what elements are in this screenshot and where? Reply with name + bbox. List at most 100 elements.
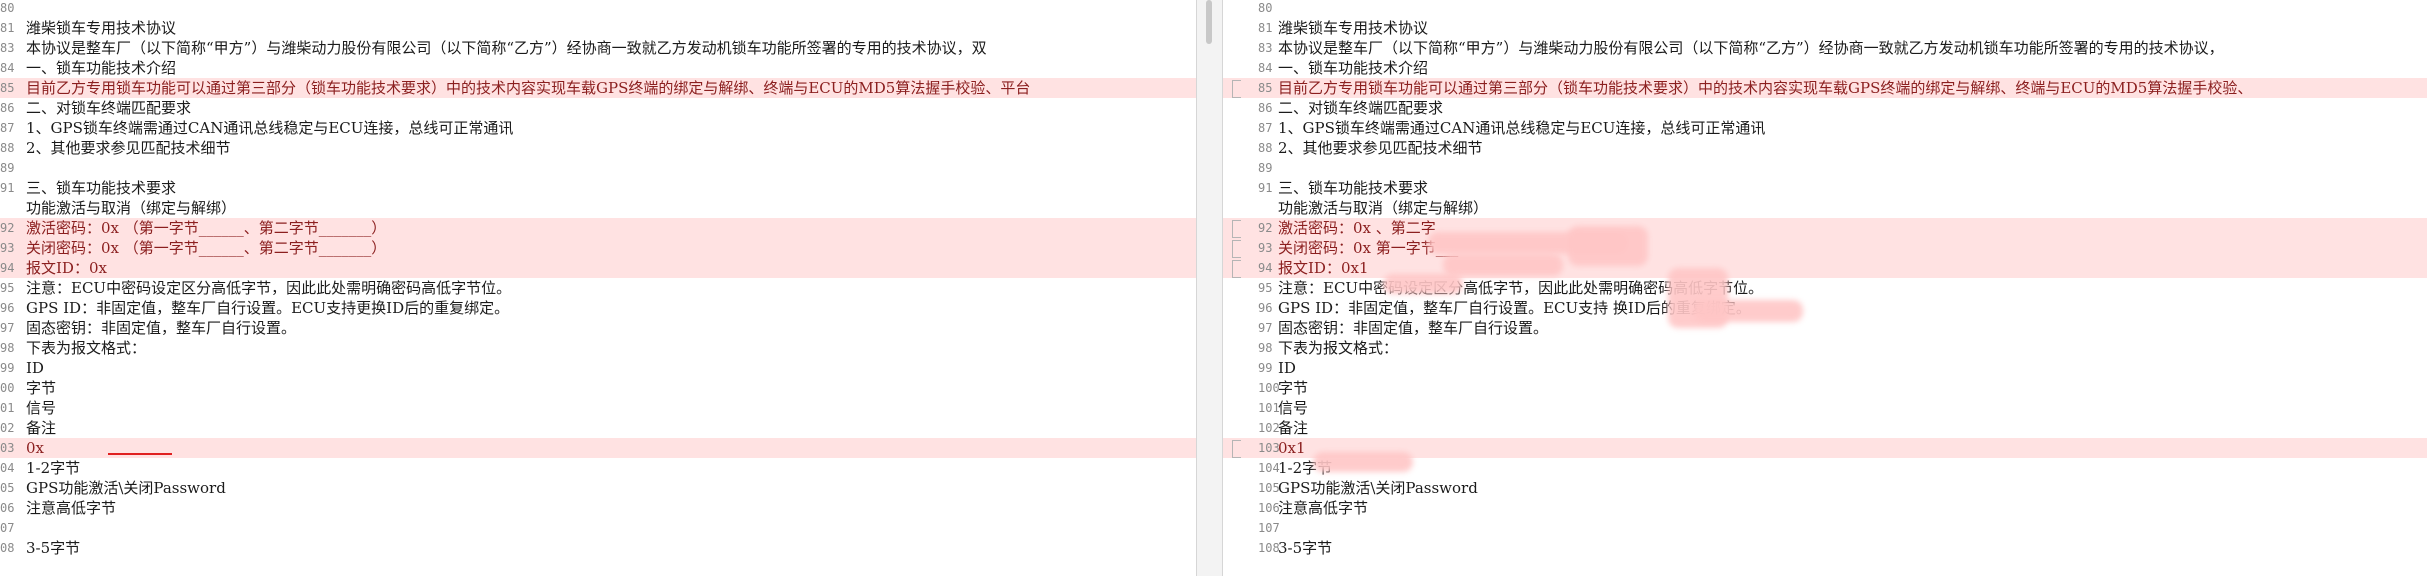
code-line[interactable]: 06 注意高低字节 (0, 498, 1196, 518)
code-line[interactable]: 91 三、锁车功能技术要求 (0, 178, 1196, 198)
line-number: 80 (0, 1, 15, 15)
code-line[interactable]: 97 固态密钥：非固定值，整车厂自行设置。 (0, 318, 1196, 338)
line-number: 104 (1258, 461, 1280, 475)
line-text: 注意：ECU中密码设定区分高低字节，因此此处需明确密码高低字节位。 (26, 279, 512, 297)
line-text: 三、锁车功能技术要求 (1278, 179, 1429, 197)
code-line[interactable]: 99 ID (1223, 358, 2427, 378)
line-text: ID (26, 359, 44, 377)
line-number: 95 (0, 281, 15, 295)
right-document-pane[interactable]: 80 81 潍柴锁车专用技术协议 83 本协议是整车厂（以下简称“甲方”）与潍柴动力股份… (1223, 0, 2427, 576)
code-line[interactable]: 04 1-2字节 (0, 458, 1196, 478)
code-line[interactable]: 05 GPS功能激活\关闭Password (0, 478, 1196, 498)
code-line[interactable]: 96 GPS ID：非固定值，整车厂自行设置。ECU支持 换ID后的重复绑定。 (1223, 298, 2427, 318)
code-line[interactable]: 83 本协议是整车厂（以下简称“甲方”）与潍柴动力股份有限公司（以下简称“乙方”）… (0, 38, 1196, 58)
line-text: 功能激活与取消（绑定与解绑） (26, 199, 237, 217)
code-line[interactable]: 85 目前乙方专用锁车功能可以通过第三部分（锁车功能技术要求）中的技术内容实现车载… (0, 78, 1196, 98)
line-text: 下表为报文格式： (1278, 339, 1399, 357)
code-line[interactable]: 81 潍柴锁车专用技术协议 (0, 18, 1196, 38)
line-number: 85 (1258, 81, 1273, 95)
line-text: 潍柴锁车专用技术协议 (1278, 19, 1429, 37)
code-line[interactable]: 87 1、GPS锁车终端需通过CAN通讯总线稳定与ECU连接，总线可正常通讯 (0, 118, 1196, 138)
code-line[interactable]: 92 激活密码：0x （第一字节______、第二字节_______） (0, 218, 1196, 238)
code-line[interactable]: 89 (0, 158, 1196, 178)
code-line[interactable]: 92 激活密码：0x 、第二字 (1223, 218, 2427, 238)
code-line[interactable]: 99 ID (0, 358, 1196, 378)
code-line[interactable]: 98 下表为报文格式： (0, 338, 1196, 358)
diff-bracket-marker (1232, 440, 1241, 458)
code-line[interactable]: 101 信号 (1223, 398, 2427, 418)
line-number: 98 (0, 341, 15, 355)
line-number: 83 (0, 41, 15, 55)
code-line[interactable]: 86 二、对锁车终端匹配要求 (1223, 98, 2427, 118)
line-number: 06 (0, 501, 15, 515)
diff-bracket-marker (1232, 220, 1241, 238)
line-text: 功能激活与取消（绑定与解绑） (1278, 199, 1489, 217)
left-document-pane[interactable]: 80 81 潍柴锁车专用技术协议 83 本协议是整车厂（以下简称“甲方”）与潍柴动力股份… (0, 0, 1196, 576)
line-number: 89 (1258, 161, 1273, 175)
code-line[interactable]: 94 报文ID：0x (0, 258, 1196, 278)
code-line[interactable]: 93 关闭密码：0x 第一字节___ (1223, 238, 2427, 258)
line-number: 102 (1258, 421, 1280, 435)
code-line[interactable]: 98 下表为报文格式： (1223, 338, 2427, 358)
line-number: 105 (1258, 481, 1280, 495)
code-line[interactable]: 83 本协议是整车厂（以下简称“甲方”）与潍柴动力股份有限公司（以下简称“乙方”）… (1223, 38, 2427, 58)
code-line[interactable]: 01 信号 (0, 398, 1196, 418)
code-line[interactable]: 84 一、锁车功能技术介绍 (1223, 58, 2427, 78)
line-number: 92 (0, 221, 15, 235)
code-line[interactable]: 03 0x (0, 438, 1196, 458)
pane-divider-scrollbar[interactable] (1196, 0, 1223, 576)
line-text: 激活密码：0x （第一字节______、第二字节_______） (26, 219, 387, 237)
red-underline (108, 453, 172, 455)
code-line[interactable]: 107 (1223, 518, 2427, 538)
code-line[interactable]: 00 字节 (0, 378, 1196, 398)
code-line[interactable]: 93 关闭密码：0x （第一字节______、第二字节_______） (0, 238, 1196, 258)
line-text: 1、GPS锁车终端需通过CAN通讯总线稳定与ECU连接，总线可正常通讯 (26, 119, 514, 137)
code-line[interactable]: 81 潍柴锁车专用技术协议 (1223, 18, 2427, 38)
code-line[interactable]: 88 2、其他要求参见匹配技术细节 (1223, 138, 2427, 158)
divider-scroll-thumb[interactable] (1206, 0, 1212, 44)
line-number: 99 (0, 361, 15, 375)
line-number: 02 (0, 421, 15, 435)
line-text: GPS功能激活\关闭Password (26, 479, 226, 497)
code-line[interactable]: 97 固态密钥：非固定值，整车厂自行设置。 (1223, 318, 2427, 338)
code-line[interactable]: 功能激活与取消（绑定与解绑） (0, 198, 1196, 218)
line-number: 83 (1258, 41, 1273, 55)
line-number: 94 (1258, 261, 1273, 275)
code-line[interactable]: 86 二、对锁车终端匹配要求 (0, 98, 1196, 118)
code-line[interactable]: 102 备注 (1223, 418, 2427, 438)
line-number: 98 (1258, 341, 1273, 355)
line-number: 94 (0, 261, 15, 275)
line-number: 100 (1258, 381, 1280, 395)
code-line[interactable]: 105 GPS功能激活\关闭Password (1223, 478, 2427, 498)
code-line[interactable]: 96 GPS ID：非固定值，整车厂自行设置。ECU支持更换ID后的重复绑定。 (0, 298, 1196, 318)
code-line[interactable]: 07 (0, 518, 1196, 538)
code-line[interactable]: 80 (1223, 0, 2427, 18)
code-line[interactable]: 89 (1223, 158, 2427, 178)
line-text: 二、对锁车终端匹配要求 (1278, 99, 1444, 117)
line-text: 目前乙方专用锁车功能可以通过第三部分（锁车功能技术要求）中的技术内容实现车载GP… (1278, 79, 2253, 97)
code-line[interactable]: 87 1、GPS锁车终端需通过CAN通讯总线稳定与ECU连接，总线可正常通讯 (1223, 118, 2427, 138)
code-line[interactable]: 02 备注 (0, 418, 1196, 438)
line-number: 81 (0, 21, 15, 35)
code-line[interactable]: 84 一、锁车功能技术介绍 (0, 58, 1196, 78)
code-line[interactable]: 100 字节 (1223, 378, 2427, 398)
line-number: 93 (1258, 241, 1273, 255)
code-line[interactable]: 08 3-5字节 (0, 538, 1196, 558)
code-line[interactable]: 88 2、其他要求参见匹配技术细节 (0, 138, 1196, 158)
line-text: 字节 (1278, 379, 1309, 397)
diff-bracket-marker (1232, 260, 1241, 278)
code-line[interactable]: 108 3-5字节 (1223, 538, 2427, 558)
code-line[interactable]: 80 (0, 0, 1196, 18)
line-number: 97 (1258, 321, 1273, 335)
line-text: 报文ID：0x (26, 259, 107, 277)
line-text: GPS ID：非固定值，整车厂自行设置。ECU支持更换ID后的重复绑定。 (26, 299, 510, 317)
line-number: 04 (0, 461, 15, 475)
code-line[interactable]: 91 三、锁车功能技术要求 (1223, 178, 2427, 198)
code-line[interactable]: 功能激活与取消（绑定与解绑） (1223, 198, 2427, 218)
code-line[interactable]: 95 注意：ECU中密码设定区分高低字节，因此此处需明确密码高低字节位。 (0, 278, 1196, 298)
diff-bracket-marker (1232, 240, 1241, 258)
code-line[interactable]: 106 注意高低字节 (1223, 498, 2427, 518)
line-text: 下表为报文格式： (26, 339, 147, 357)
left-lines: 80 81 潍柴锁车专用技术协议 83 本协议是整车厂（以下简称“甲方”）与潍柴动力股份… (0, 0, 1196, 558)
code-line[interactable]: 85 目前乙方专用锁车功能可以通过第三部分（锁车功能技术要求）中的技术内容实现车载… (1223, 78, 2427, 98)
